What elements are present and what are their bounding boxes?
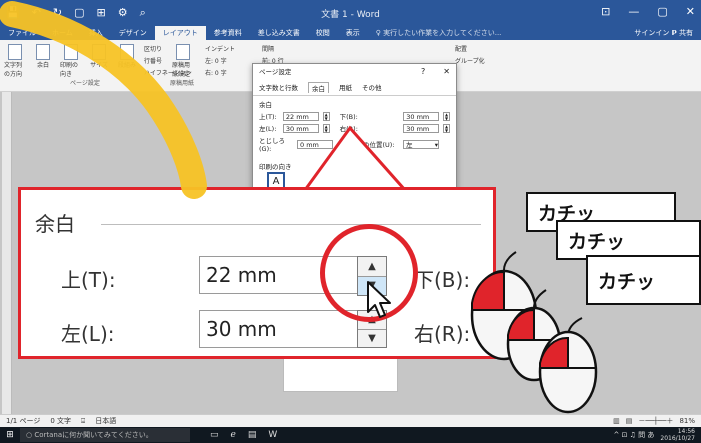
print-layout-icon[interactable]: ▤ [626,417,633,425]
language-indicator[interactable]: 日本語 [95,416,116,426]
edge-icon[interactable]: ℯ [231,430,236,440]
windows-start-icon[interactable]: ⊞ [0,430,20,440]
word-count[interactable]: 0 文字 [50,416,71,426]
zoom-slider[interactable]: －──┼──＋ [638,416,673,426]
read-mode-icon[interactable]: ▥ [613,417,620,425]
status-bar: 1/1 ページ 0 文字 ⌹ 日本語 ▥ ▤ －──┼──＋ 81% [0,414,701,427]
file-explorer-icon[interactable]: ▤ [248,430,257,440]
page-count[interactable]: 1/1 ページ [6,416,40,426]
word-taskbar-icon[interactable]: W [268,430,277,440]
clock[interactable]: 14:56 2016/10/27 [660,428,695,442]
system-tray-icons[interactable]: ^ ⊡ ♫ 問 あ [614,430,655,440]
task-view-icon[interactable]: ▭ [210,430,219,440]
taskbar: ⊞ ○ Cortanaに何か聞いてみてください。 ▭ ℯ ▤ W ^ ⊡ ♫ 問… [0,427,701,443]
zoom-level[interactable]: 81% [679,417,695,425]
proofing-icon[interactable]: ⌹ [81,417,85,426]
yellow-annotation-stroke [0,1,207,199]
cortana-search[interactable]: ○ Cortanaに何か聞いてみてください。 [20,428,190,442]
